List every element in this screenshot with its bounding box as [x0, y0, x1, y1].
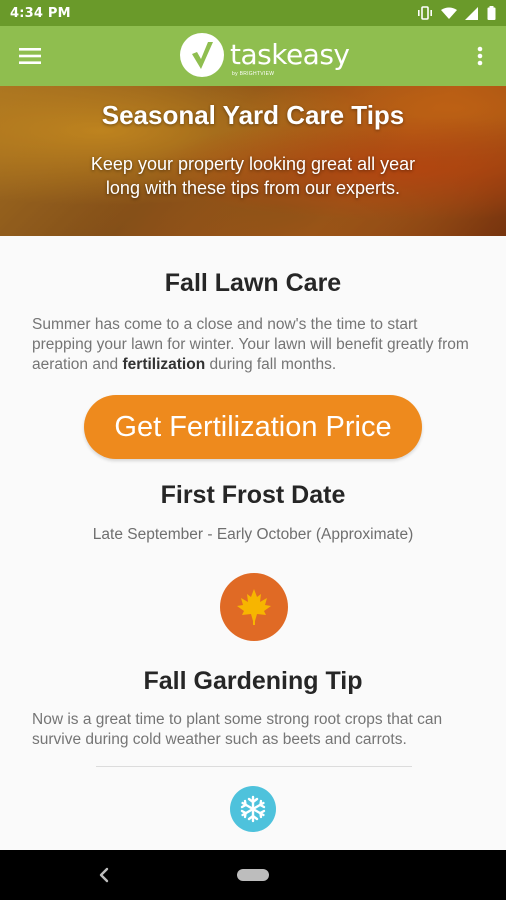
status-icons	[417, 6, 496, 20]
battery-icon	[487, 6, 496, 20]
section-divider	[96, 766, 412, 767]
logo-subtext: by BRIGHTVIEW	[232, 71, 275, 77]
app-bar: taskeasy by BRIGHTVIEW	[0, 26, 506, 86]
status-time: 4:34 PM	[10, 5, 71, 21]
logo-check-icon	[180, 33, 224, 77]
back-icon[interactable]	[95, 865, 115, 885]
status-bar: 4:34 PM	[0, 0, 506, 26]
more-options-button[interactable]	[464, 40, 496, 72]
vibrate-icon	[418, 6, 432, 20]
fall-lawn-care-text-end: during fall months.	[205, 356, 337, 373]
fall-lawn-care-title: Fall Lawn Care	[164, 269, 342, 297]
maple-leaf-icon	[220, 573, 288, 641]
snowflake-icon	[230, 786, 276, 832]
first-frost-title: First Frost Date	[160, 481, 346, 509]
get-fertilization-price-button[interactable]: Get Fertilization Price	[84, 395, 422, 459]
logo-text: taskeasy	[230, 38, 350, 71]
first-frost-date-text: Late September - Early October (Approxim…	[92, 526, 414, 543]
hero-banner: Seasonal Yard Care Tips Keep your proper…	[0, 86, 506, 236]
hero-title: Seasonal Yard Care Tips	[101, 100, 405, 130]
main-content: Fall Lawn Care Summer has come to a clos…	[0, 236, 506, 850]
home-icon[interactable]	[237, 869, 269, 881]
fall-gardening-text: Now is a great time to plant some strong…	[32, 711, 443, 748]
app-logo: taskeasy by BRIGHTVIEW	[180, 33, 350, 77]
menu-icon	[19, 48, 41, 64]
wifi-icon	[441, 7, 457, 19]
fall-lawn-care-text: Summer has come to a close and now's the…	[32, 315, 477, 375]
system-nav-bar	[0, 850, 506, 900]
fall-gardening-title: Fall Gardening Tip	[143, 667, 363, 695]
fall-lawn-care-text-bold: fertilization	[122, 356, 206, 373]
signal-icon	[465, 6, 478, 20]
more-vert-icon	[477, 46, 483, 66]
menu-button[interactable]	[0, 26, 60, 86]
hero-subtitle: Keep your property looking great all yea…	[90, 154, 416, 198]
